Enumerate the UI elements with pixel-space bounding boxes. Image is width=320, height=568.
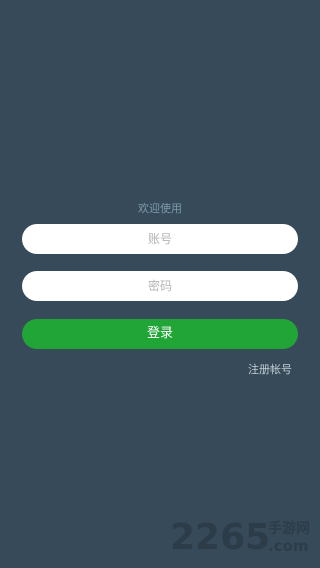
watermark-cn: 手游网	[268, 520, 310, 537]
welcome-text: 欢迎使用	[138, 202, 182, 215]
watermark-domain: .com	[268, 537, 309, 555]
password-input[interactable]	[22, 271, 298, 301]
register-account-link[interactable]: 注册帐号	[248, 362, 292, 378]
site-watermark-logo: 2265 手游网 .com	[170, 513, 320, 561]
watermark-number: 2265	[170, 517, 270, 558]
login-button[interactable]: 登录	[22, 319, 298, 349]
account-input[interactable]	[22, 224, 298, 254]
